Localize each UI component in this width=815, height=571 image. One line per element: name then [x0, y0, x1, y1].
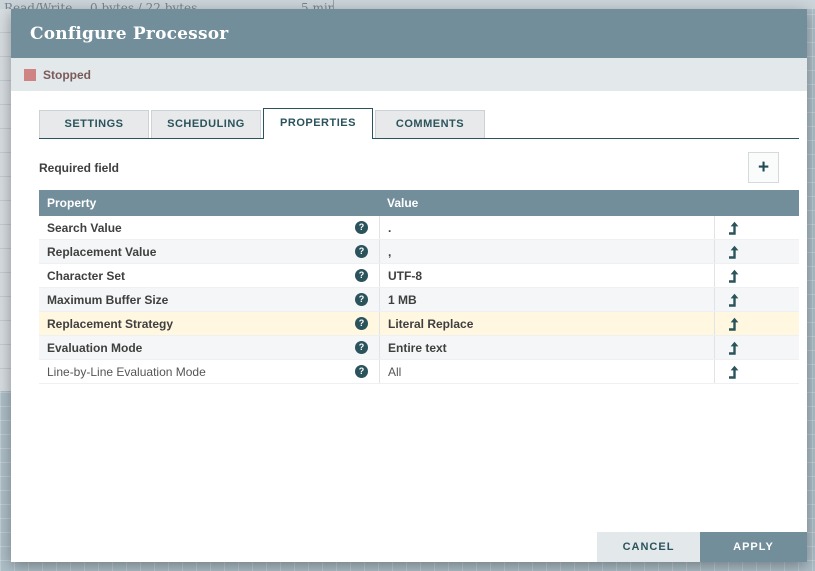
table-row[interactable]: Search Value ? .	[39, 216, 799, 240]
property-name: Character Set	[47, 268, 126, 283]
dialog-footer: CANCEL APPLY	[597, 532, 807, 562]
tab-scheduling[interactable]: SCHEDULING	[151, 110, 261, 138]
property-name-cell: Maximum Buffer Size ?	[39, 288, 379, 311]
property-name-cell: Replacement Strategy ?	[39, 312, 379, 335]
background-page-strip: Read/Write 0 bytes / 22 bytes 5 min	[0, 0, 815, 9]
table-row[interactable]: Line-by-Line Evaluation Mode ? All	[39, 360, 799, 384]
table-row[interactable]: Character Set ? UTF-8	[39, 264, 799, 288]
help-icon[interactable]: ?	[355, 269, 368, 282]
property-name: Replacement Strategy	[47, 316, 174, 331]
level-up-arrow-icon[interactable]	[727, 317, 740, 331]
property-name-cell: Line-by-Line Evaluation Mode ?	[39, 360, 379, 383]
property-name-cell: Character Set ?	[39, 264, 379, 287]
table-row-highlighted[interactable]: Replacement Strategy ? Literal Replace	[39, 312, 799, 336]
table-row[interactable]: Replacement Value ? ,	[39, 240, 799, 264]
property-value: ,	[388, 244, 392, 259]
property-name: Line-by-Line Evaluation Mode	[47, 364, 206, 379]
property-action-cell	[714, 336, 799, 359]
dialog-tabs: SETTINGS SCHEDULING PROPERTIES COMMENTS	[39, 108, 799, 139]
dialog-header: Configure Processor	[11, 9, 807, 58]
background-time-range: 5 min	[301, 1, 336, 9]
help-icon[interactable]: ?	[355, 221, 368, 234]
level-up-arrow-icon[interactable]	[727, 341, 740, 355]
property-name-cell: Evaluation Mode ?	[39, 336, 379, 359]
property-value: All	[388, 364, 402, 379]
tab-settings[interactable]: SETTINGS	[39, 110, 149, 138]
tab-comments[interactable]: COMMENTS	[375, 110, 485, 138]
background-table-edge	[0, 9, 11, 391]
help-icon[interactable]: ?	[355, 317, 368, 330]
help-icon[interactable]: ?	[355, 245, 368, 258]
property-value: .	[388, 220, 392, 235]
property-value-cell[interactable]: All	[379, 360, 714, 383]
property-action-cell	[714, 264, 799, 287]
property-value-cell[interactable]: ,	[379, 240, 714, 263]
level-up-arrow-icon[interactable]	[727, 365, 740, 379]
property-action-cell	[714, 216, 799, 239]
dialog-title: Configure Processor	[30, 23, 229, 44]
property-name-cell: Replacement Value ?	[39, 240, 379, 263]
apply-button[interactable]: APPLY	[700, 532, 807, 562]
property-value-cell[interactable]: Literal Replace	[379, 312, 714, 335]
table-toolbar: Required field +	[39, 152, 779, 183]
property-value-cell[interactable]: .	[379, 216, 714, 239]
property-action-cell	[714, 240, 799, 263]
stopped-icon	[24, 68, 36, 81]
help-icon[interactable]: ?	[355, 341, 368, 354]
property-value-cell[interactable]: UTF-8	[379, 264, 714, 287]
background-divider	[333, 0, 334, 9]
property-action-cell	[714, 312, 799, 335]
property-action-cell	[714, 288, 799, 311]
background-stats-value: 0 bytes / 22 bytes	[90, 1, 198, 9]
property-value-cell[interactable]: Entire text	[379, 336, 714, 359]
property-name-cell: Search Value ?	[39, 216, 379, 239]
required-field-label: Required field	[39, 160, 120, 175]
property-name: Maximum Buffer Size	[47, 292, 169, 307]
help-icon[interactable]: ?	[355, 365, 368, 378]
help-icon[interactable]: ?	[355, 293, 368, 306]
property-value: 1 MB	[388, 292, 417, 307]
level-up-arrow-icon[interactable]	[727, 293, 740, 307]
property-name: Search Value	[47, 220, 122, 235]
level-up-arrow-icon[interactable]	[727, 269, 740, 283]
background-stats-label: Read/Write	[4, 1, 73, 9]
property-value-cell[interactable]: 1 MB	[379, 288, 714, 311]
add-property-button[interactable]: +	[748, 152, 779, 183]
configure-processor-dialog: Configure Processor Stopped SETTINGS SCH…	[11, 9, 807, 562]
table-row[interactable]: Maximum Buffer Size ? 1 MB	[39, 288, 799, 312]
table-row[interactable]: Evaluation Mode ? Entire text	[39, 336, 799, 360]
properties-table: Property Value Search Value ? . Replacem…	[39, 190, 799, 384]
processor-status-bar: Stopped	[11, 58, 807, 91]
status-label: Stopped	[43, 67, 91, 82]
property-value: Entire text	[388, 340, 447, 355]
property-value: Literal Replace	[388, 316, 474, 331]
column-header-property: Property	[47, 196, 97, 210]
level-up-arrow-icon[interactable]	[727, 221, 740, 235]
level-up-arrow-icon[interactable]	[727, 245, 740, 259]
property-value: UTF-8	[388, 268, 422, 283]
property-name: Evaluation Mode	[47, 340, 143, 355]
tab-properties[interactable]: PROPERTIES	[263, 108, 373, 139]
property-name: Replacement Value	[47, 244, 157, 259]
table-header-row: Property Value	[39, 190, 799, 216]
property-action-cell	[714, 360, 799, 383]
column-header-value: Value	[387, 196, 419, 210]
cancel-button[interactable]: CANCEL	[597, 532, 700, 562]
